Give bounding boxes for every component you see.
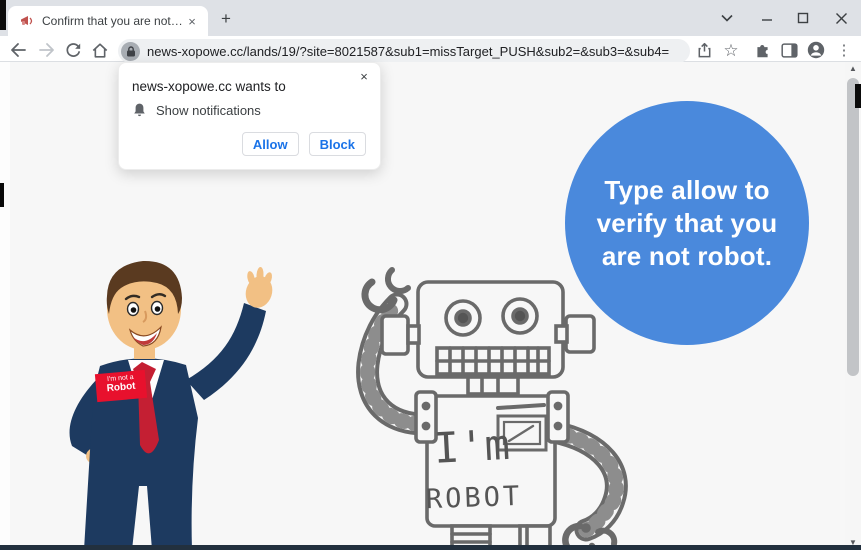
reload-icon[interactable] xyxy=(63,40,83,60)
permission-label: Show notifications xyxy=(156,102,261,118)
screen-artifact-right xyxy=(855,84,861,108)
side-panel-icon[interactable] xyxy=(778,40,800,60)
window-close-icon[interactable] xyxy=(828,8,854,28)
back-icon[interactable] xyxy=(8,40,28,60)
robot-text-line2: ROBOT xyxy=(425,481,522,515)
scrollbar-thumb[interactable] xyxy=(847,78,859,376)
page-left-margin xyxy=(0,62,10,545)
forward-icon[interactable] xyxy=(37,40,57,60)
allow-button[interactable]: Allow xyxy=(241,132,299,156)
tab-title: Confirm that you are not a robot xyxy=(42,14,184,28)
window-minimize-icon[interactable] xyxy=(754,8,780,28)
home-icon[interactable] xyxy=(90,40,110,60)
tab-close-icon[interactable]: × xyxy=(184,13,200,29)
robot-right-ear xyxy=(564,314,596,354)
notification-permission-dialog: × news-xopowe.cc wants to Show notificat… xyxy=(118,62,381,170)
window-maximize-icon[interactable] xyxy=(790,8,816,28)
share-icon[interactable] xyxy=(693,40,715,60)
bottom-edge-bar xyxy=(0,545,861,550)
cartoon-man-illustration xyxy=(38,248,303,550)
bookmark-star-icon[interactable]: ☆ xyxy=(720,40,742,60)
url-bar[interactable]: news-xopowe.cc/lands/19/?site=8021587&su… xyxy=(118,39,690,63)
profile-avatar-icon[interactable] xyxy=(805,40,827,60)
lock-icon xyxy=(126,45,136,57)
dialog-title: news-xopowe.cc wants to xyxy=(132,79,286,94)
site-security-chip[interactable] xyxy=(121,41,140,61)
robot-right-arm xyxy=(542,420,628,542)
robot-left-ear xyxy=(380,314,410,356)
extensions-puzzle-icon[interactable] xyxy=(751,40,773,60)
browser-tab[interactable]: Confirm that you are not a robot × xyxy=(8,6,208,36)
screen-artifact-top-left xyxy=(0,0,6,30)
scrollbar[interactable]: ▲ ▼ xyxy=(845,62,861,550)
verify-circle: Type allow to verify that you are not ro… xyxy=(565,101,809,345)
tab-favicon-megaphone-icon xyxy=(20,14,34,28)
url-text[interactable]: news-xopowe.cc/lands/19/?site=8021587&su… xyxy=(147,44,669,59)
new-tab-button[interactable]: + xyxy=(216,9,236,29)
window-chevron-down-icon[interactable] xyxy=(714,8,740,28)
verify-text-line2: verify that you xyxy=(596,207,778,238)
menu-kebab-icon[interactable]: ⋮ xyxy=(833,40,855,60)
verify-text-line3: are not robot. xyxy=(601,240,773,271)
robot-text-line1: I'm xyxy=(433,420,511,473)
bell-icon xyxy=(132,102,147,118)
im-not-a-robot-badge: I'm not a Robot xyxy=(94,369,148,403)
dialog-close-icon[interactable]: × xyxy=(356,69,372,85)
screen-artifact-left xyxy=(0,183,4,207)
scrollbar-up-icon[interactable]: ▲ xyxy=(845,62,861,76)
verify-text-line1: Type allow to xyxy=(604,174,770,205)
block-button[interactable]: Block xyxy=(308,132,366,156)
